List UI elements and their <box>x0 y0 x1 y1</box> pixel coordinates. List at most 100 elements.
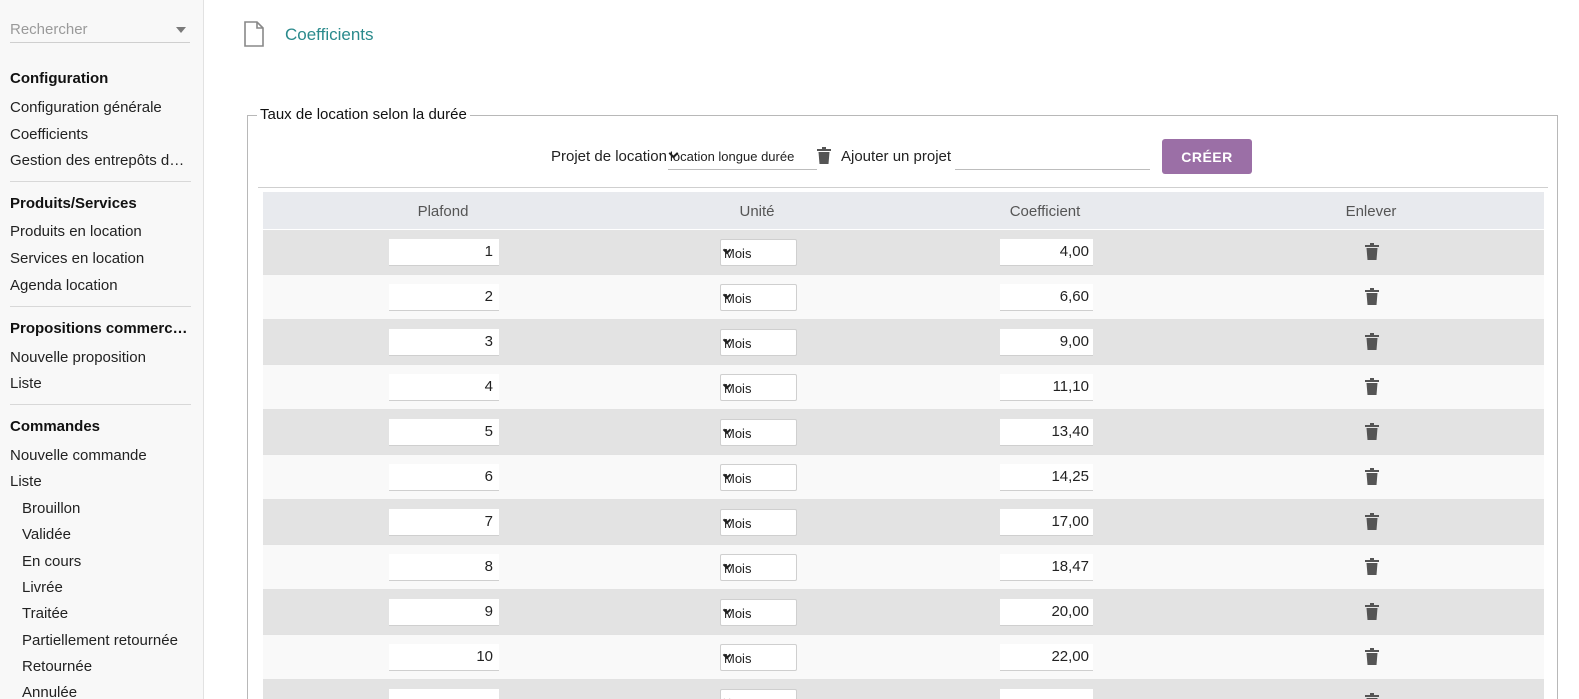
sidebar-item-nouvelle-commande[interactable]: Nouvelle commande <box>10 447 192 464</box>
table-row: 5 Mois 13,40 <box>263 410 1544 455</box>
unite-select[interactable]: Mois <box>720 329 797 356</box>
plafond-input[interactable]: 6 <box>389 464 499 491</box>
coefficient-input[interactable]: 4,00 <box>1000 239 1093 266</box>
unite-select[interactable] <box>720 689 797 699</box>
sidebar-item-livree[interactable]: Livrée <box>22 579 192 596</box>
delete-row-icon[interactable] <box>1365 333 1379 350</box>
sidebar-item-agenda-location[interactable]: Agenda location <box>10 277 192 294</box>
sidebar-item-validee[interactable]: Validée <box>22 526 192 543</box>
table-row: 6 Mois 14,25 <box>263 455 1544 500</box>
coefficient-input[interactable]: 6,60 <box>1000 284 1093 311</box>
delete-row-icon[interactable] <box>1365 648 1379 665</box>
add-project-input[interactable] <box>955 144 1150 170</box>
table-row: 7 Mois 17,00 <box>263 500 1544 545</box>
search-placeholder: Rechercher <box>10 21 88 38</box>
sidebar-item-brouillon[interactable]: Brouillon <box>22 500 192 517</box>
unite-select[interactable]: Mois <box>720 599 797 626</box>
unite-select[interactable]: Mois <box>720 419 797 446</box>
chevron-down-icon[interactable] <box>176 27 186 33</box>
add-project-label: Ajouter un projet <box>841 148 952 165</box>
coefficient-input[interactable]: 14,25 <box>1000 464 1093 491</box>
table-row: 2 Mois 6,60 <box>263 275 1544 320</box>
column-header-coefficient[interactable]: Coefficient <box>1010 203 1081 220</box>
coefficient-input[interactable]: 20,00 <box>1000 599 1093 626</box>
sidebar-item-gestion-entrepots[interactable]: Gestion des entrepôts de location <box>10 152 192 169</box>
unite-select[interactable]: Mois <box>720 644 797 671</box>
divider <box>258 187 1548 188</box>
table-row: 4 Mois 11,10 <box>263 365 1544 410</box>
unite-select[interactable]: Mois <box>720 284 797 311</box>
sidebar-section-commandes[interactable]: Commandes <box>10 418 190 435</box>
unite-select[interactable]: Mois <box>720 464 797 491</box>
sidebar-section-produits-services[interactable]: Produits/Services <box>10 195 190 212</box>
plafond-input[interactable]: 1 <box>389 239 499 266</box>
project-label: Projet de location <box>551 148 667 165</box>
plafond-input[interactable]: 3 <box>389 329 499 356</box>
plafond-input[interactable]: 9 <box>389 599 499 626</box>
table-row <box>263 680 1544 699</box>
table-row: 9 Mois 20,00 <box>263 590 1544 635</box>
sidebar-item-liste-propositions[interactable]: Liste <box>10 375 192 392</box>
delete-row-icon[interactable] <box>1365 513 1379 530</box>
coefficient-input[interactable] <box>1000 689 1093 699</box>
plafond-input[interactable]: 4 <box>389 374 499 401</box>
plafond-input[interactable] <box>389 689 499 699</box>
project-select-value: location longue durée <box>670 149 795 164</box>
plafond-input[interactable]: 2 <box>389 284 499 311</box>
table-row: 10 Mois 22,00 <box>263 635 1544 680</box>
plafond-input[interactable]: 7 <box>389 509 499 536</box>
delete-row-icon[interactable] <box>1365 558 1379 575</box>
plafond-input[interactable]: 5 <box>389 419 499 446</box>
plafond-input[interactable]: 8 <box>389 554 499 581</box>
delete-row-icon[interactable] <box>1365 243 1379 260</box>
table-row: 1 Mois 4,00 <box>263 230 1544 275</box>
coefficient-input[interactable]: 18,47 <box>1000 554 1093 581</box>
sidebar-section-propositions[interactable]: Propositions commerciales <box>10 320 190 337</box>
project-select[interactable]: location longue durée <box>668 144 817 170</box>
delete-row-icon[interactable] <box>1365 423 1379 440</box>
delete-row-icon[interactable] <box>1365 378 1379 395</box>
sidebar-item-en-cours[interactable]: En cours <box>22 553 192 570</box>
unite-select[interactable]: Mois <box>720 509 797 536</box>
delete-row-icon[interactable] <box>1365 288 1379 305</box>
coefficient-input[interactable]: 17,00 <box>1000 509 1093 536</box>
sidebar-item-retournee[interactable]: Retournée <box>22 658 192 675</box>
table-row: 3 Mois 9,00 <box>263 320 1544 365</box>
coefficient-input[interactable]: 13,40 <box>1000 419 1093 446</box>
sidebar-section-configuration[interactable]: Configuration <box>10 70 190 87</box>
create-button[interactable]: CRÉER <box>1162 139 1252 174</box>
sidebar-item-nouvelle-proposition[interactable]: Nouvelle proposition <box>10 349 192 366</box>
sidebar-item-coefficients[interactable]: Coefficients <box>10 126 192 143</box>
unite-select[interactable]: Mois <box>720 239 797 266</box>
column-header-plafond[interactable]: Plafond <box>418 203 469 220</box>
sidebar-item-configuration-generale[interactable]: Configuration générale <box>10 99 192 116</box>
page-title[interactable]: Coefficients <box>285 25 374 45</box>
sidebar-divider <box>10 306 191 307</box>
delete-row-icon[interactable] <box>1365 468 1379 485</box>
table-header: Plafond Unité Coefficient Enlever <box>263 192 1544 229</box>
table-row: 8 Mois 18,47 <box>263 545 1544 590</box>
delete-row-icon[interactable] <box>1365 693 1379 699</box>
sidebar: Rechercher Configuration Configuration g… <box>0 0 204 699</box>
column-header-enlever: Enlever <box>1345 203 1397 220</box>
search-input[interactable]: Rechercher <box>10 17 190 43</box>
sidebar-divider <box>10 404 191 405</box>
delete-row-icon[interactable] <box>1365 603 1379 620</box>
sidebar-item-produits-en-location[interactable]: Produits en location <box>10 223 192 240</box>
plafond-input[interactable]: 10 <box>389 644 499 671</box>
coefficient-input[interactable]: 9,00 <box>1000 329 1093 356</box>
sidebar-divider <box>10 181 191 182</box>
file-icon <box>244 21 264 47</box>
sidebar-item-services-en-location[interactable]: Services en location <box>10 250 192 267</box>
column-header-unite[interactable]: Unité <box>739 203 774 220</box>
sidebar-item-liste-commandes[interactable]: Liste <box>10 473 192 490</box>
unite-select[interactable]: Mois <box>720 374 797 401</box>
unite-select[interactable]: Mois <box>720 554 797 581</box>
fieldset-legend: Taux de location selon la durée <box>257 106 470 123</box>
sidebar-item-partiellement-retournee[interactable]: Partiellement retournée <box>22 632 192 649</box>
sidebar-item-annulee[interactable]: Annulée <box>22 684 192 699</box>
sidebar-item-traitee[interactable]: Traitée <box>22 605 192 622</box>
delete-project-icon[interactable] <box>817 147 831 164</box>
coefficient-input[interactable]: 22,00 <box>1000 644 1093 671</box>
coefficient-input[interactable]: 11,10 <box>1000 374 1093 401</box>
